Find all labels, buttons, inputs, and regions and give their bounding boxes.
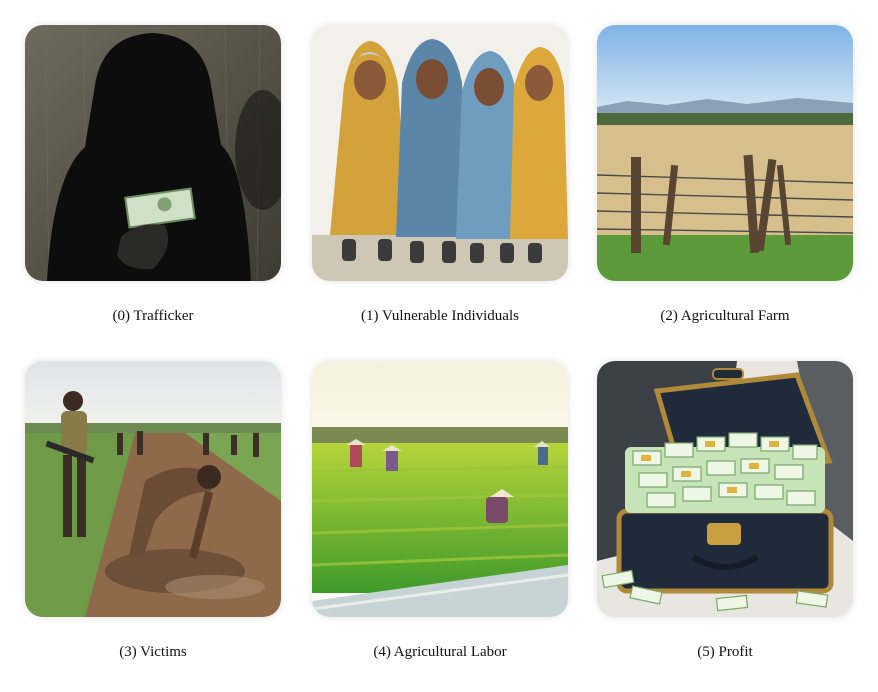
caption-vulnerable-individuals: (1) Vulnerable Individuals (361, 308, 519, 324)
caption-agricultural-labor: (4) Agricultural Labor (373, 644, 507, 660)
caption-profit: (5) Profit (697, 644, 753, 660)
hooded-figure-with-money-icon (25, 25, 281, 281)
panel-agricultural-labor (312, 361, 568, 617)
laborers-with-armed-guards-icon (25, 361, 281, 617)
panel-agricultural-farm (597, 25, 853, 281)
rice-paddy-workers-icon (312, 361, 568, 617)
panel-trafficker (25, 25, 281, 281)
caption-victims: (3) Victims (119, 644, 187, 660)
caption-trafficker: (0) Trafficker (112, 308, 194, 324)
panel-vulnerable-individuals (312, 25, 568, 281)
caption-agricultural-farm: (2) Agricultural Farm (660, 308, 790, 324)
panel-victims (25, 361, 281, 617)
hooded-people-group-icon (312, 25, 568, 281)
money-chest-icon (597, 361, 853, 617)
barbed-wire-field-icon (597, 25, 853, 281)
panel-profit (597, 361, 853, 617)
